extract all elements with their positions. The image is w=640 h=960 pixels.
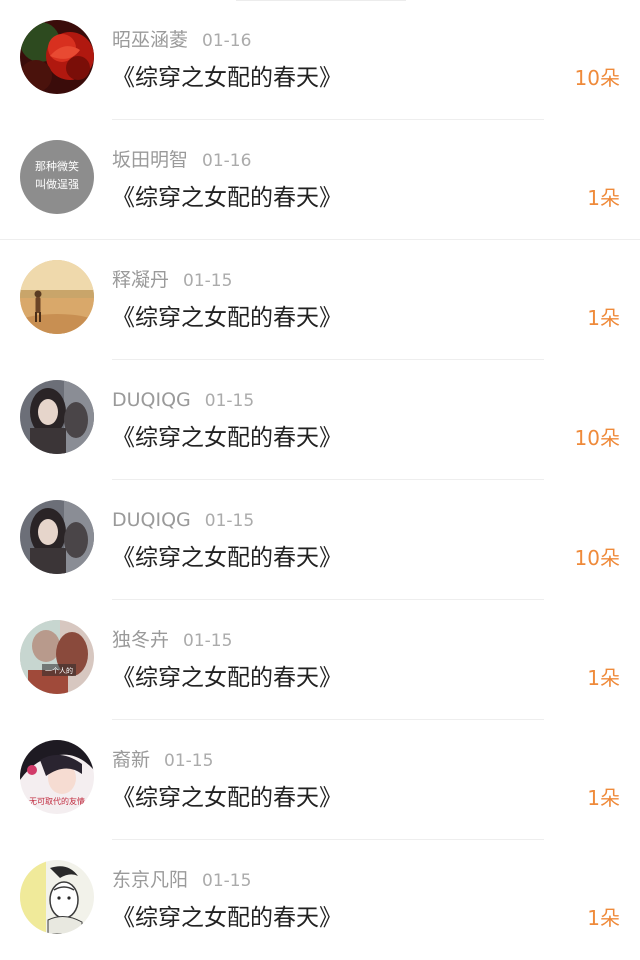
list-item[interactable]: 无可取代的友情 裔新 01-15 《综穿之女配的春天》 1朵 [0,720,640,840]
user-name[interactable]: 释凝丹 [112,269,169,291]
user-name[interactable]: DUQIQG [112,509,191,531]
user-name[interactable]: DUQIQG [112,389,191,411]
list-item[interactable]: 那种微笑 叫做逞强 坂田明智 01-16 《综穿之女配的春天》 1朵 [0,120,640,240]
anime-girl-avatar-icon[interactable]: 无可取代的友情 [20,740,94,814]
flower-count: 1朵 [587,666,620,690]
item-meta: DUQIQG 01-15 [112,507,254,533]
gift-date: 01-15 [164,751,214,771]
gift-date: 01-15 [202,871,252,891]
girl-portrait-avatar-icon[interactable] [20,380,94,454]
sketch-boy-avatar-icon[interactable] [20,860,94,934]
book-title[interactable]: 《综穿之女配的春天》 [112,62,342,94]
gift-date: 01-15 [204,391,255,411]
flower-count: 1朵 [587,786,620,810]
flower-count: 1朵 [587,906,620,930]
avatar-caption: 无可取代的友情 [29,796,85,806]
flower-count: 10朵 [574,546,620,570]
user-name[interactable]: 坂田明智 [112,149,188,171]
item-meta: 坂田明智 01-16 [112,147,251,173]
book-title[interactable]: 《综穿之女配的春天》 [112,422,342,454]
item-meta: 独冬卉 01-15 [112,627,232,653]
book-title[interactable]: 《综穿之女配的春天》 [112,302,342,334]
book-title[interactable]: 《综穿之女配的春天》 [112,782,342,814]
gift-list: 昭巫涵菱 01-16 《综穿之女配的春天》 10朵 那种微笑 叫做逞强 坂田明智 0… [0,0,640,953]
book-title[interactable]: 《综穿之女配的春天》 [112,902,342,934]
user-name[interactable]: 东京凡阳 [112,869,188,891]
flower-count: 1朵 [587,186,620,210]
gift-date: 01-15 [204,511,255,531]
book-title[interactable]: 《综穿之女配的春天》 [112,662,342,694]
user-name[interactable]: 裔新 [112,749,150,771]
gift-date: 01-15 [183,271,233,291]
red-flower-avatar-icon[interactable] [20,20,94,94]
girl-portrait-avatar-icon[interactable] [20,500,94,574]
avatar-text-line-1: 那种微笑 [35,159,79,173]
list-item[interactable]: 东京凡阳 01-15 《综穿之女配的春天》 1朵 [0,840,640,960]
gift-date: 01-15 [183,631,233,651]
flower-count: 1朵 [587,306,620,330]
couple-photo-avatar-icon[interactable]: 一个人的 [20,620,94,694]
gift-date: 01-16 [202,31,252,51]
flower-count: 10朵 [574,66,620,90]
book-title[interactable]: 《综穿之女配的春天》 [112,182,342,214]
item-meta: 裔新 01-15 [112,747,213,773]
user-name[interactable]: 独冬卉 [112,629,169,651]
item-meta: DUQIQG 01-15 [112,387,254,413]
user-name[interactable]: 昭巫涵菱 [112,29,188,51]
desert-walker-avatar-icon[interactable] [20,260,94,334]
list-item[interactable]: DUQIQG 01-15 《综穿之女配的春天》 10朵 [0,360,640,480]
item-meta: 东京凡阳 01-15 [112,867,251,893]
list-item[interactable]: 一个人的 独冬卉 01-15 《综穿之女配的春天》 1朵 [0,600,640,720]
flower-count: 10朵 [574,426,620,450]
avatar-text-line-2: 叫做逞强 [35,177,79,191]
gift-date: 01-16 [202,151,252,171]
list-item[interactable]: 昭巫涵菱 01-16 《综穿之女配的春天》 10朵 [0,0,640,120]
list-item[interactable]: DUQIQG 01-15 《综穿之女配的春天》 10朵 [0,480,640,600]
text-avatar-icon[interactable]: 那种微笑 叫做逞强 [20,140,94,214]
item-meta: 昭巫涵菱 01-16 [112,27,251,53]
avatar-caption: 一个人的 [45,666,73,675]
item-meta: 释凝丹 01-15 [112,267,232,293]
list-item[interactable]: 释凝丹 01-15 《综穿之女配的春天》 1朵 [0,240,640,360]
book-title[interactable]: 《综穿之女配的春天》 [112,542,342,574]
